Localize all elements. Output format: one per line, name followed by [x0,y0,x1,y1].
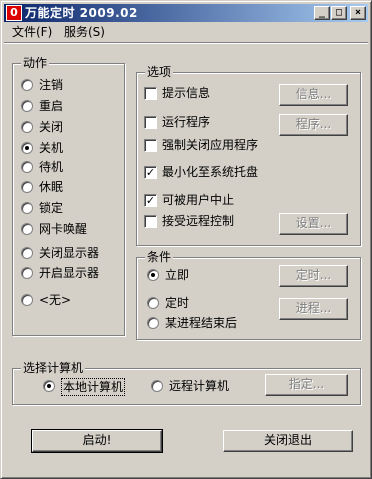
option-checkbox[interactable]: ✓ 可被用户中止 [144,192,274,208]
checkbox-indicator[interactable]: ✓ [144,194,157,207]
power-icon: 0 [6,5,22,21]
condition-label: 定时 [165,296,190,310]
menu-service[interactable]: 服务(S) [60,24,109,40]
condition-button[interactable]: 进程... [279,298,348,320]
action-radio[interactable]: 待机 [21,159,117,175]
action-radio[interactable]: 关闭显示器 [21,245,117,261]
checkbox-indicator[interactable]: ✓ [144,166,157,179]
checkbox-indicator[interactable] [144,116,157,129]
action-label: 关闭 [39,120,64,134]
condition-label: 立即 [165,268,190,282]
action-label: 锁定 [39,201,64,215]
option-label: 提示信息 [162,86,211,100]
action-label: 休眠 [39,180,64,194]
radio-indicator[interactable] [21,100,33,112]
maximize-button[interactable]: □ [331,6,347,20]
local-computer-radio[interactable]: 本地计算机 [43,378,133,396]
local-radio-indicator[interactable] [43,380,55,392]
radio-indicator[interactable] [147,297,159,309]
computer-group-title: 选择计算机 [21,361,86,375]
action-group-title: 动作 [21,56,50,70]
radio-indicator[interactable] [21,79,33,91]
radio-indicator[interactable] [21,202,33,214]
action-label: 网卡唤醒 [39,222,88,236]
option-label: 可被用户中止 [162,193,235,207]
condition-radio[interactable]: 立即 [147,267,257,283]
radio-indicator[interactable] [21,247,33,259]
option-checkbox[interactable]: 强制关闭应用程序 [144,137,274,153]
minimize-button[interactable]: _ [314,6,330,20]
action-radio[interactable]: 网卡唤醒 [21,221,117,237]
action-radio[interactable]: 重启 [21,98,117,114]
option-checkbox[interactable]: 提示信息 [144,85,274,101]
local-computer-label: 本地计算机 [61,378,126,396]
condition-radio[interactable]: 某进程结束后 [147,315,257,331]
menu-file[interactable]: 文件(F) [8,24,56,40]
action-label: 关闭显示器 [39,246,100,260]
option-button[interactable]: 程序... [279,114,348,136]
remote-radio-indicator[interactable] [151,380,163,392]
action-label: 重启 [39,99,64,113]
title-bar[interactable]: 0 万能定时 2009.02 _ □ × [4,4,368,22]
condition-button[interactable]: 定时... [279,265,348,287]
option-checkbox[interactable]: ✓ 最小化至系统托盘 [144,164,274,180]
radio-indicator[interactable] [21,161,33,173]
action-radio[interactable]: 休眠 [21,179,117,195]
action-label: 待机 [39,160,64,174]
remote-computer-label: 远程计算机 [169,379,230,393]
option-label: 强制关闭应用程序 [162,138,259,152]
action-radio[interactable]: 开启显示器 [21,265,117,281]
action-label: 注销 [39,78,64,92]
checkbox-indicator[interactable] [144,87,157,100]
radio-indicator[interactable] [21,267,33,279]
radio-indicator[interactable] [21,294,33,306]
condition-group-title: 条件 [145,250,174,264]
radio-indicator[interactable] [147,269,159,281]
option-checkbox[interactable]: 接受远程控制 [144,213,274,229]
radio-indicator[interactable] [21,121,33,133]
options-group-title: 选项 [145,65,174,79]
radio-indicator[interactable] [147,317,159,329]
start-button[interactable]: 启动! [31,429,163,453]
option-label: 接受远程控制 [162,214,235,228]
radio-indicator[interactable] [21,181,33,193]
radio-indicator[interactable] [21,223,33,235]
checkbox-indicator[interactable] [144,139,157,152]
action-label: 关机 [39,141,64,155]
option-label: 最小化至系统托盘 [162,165,259,179]
window-title: 万能定时 2009.02 [25,6,138,20]
action-radio[interactable]: 关闭 [21,119,117,135]
option-button[interactable]: 设置... [279,213,348,235]
option-checkbox[interactable]: 运行程序 [144,114,274,130]
radio-indicator[interactable] [21,142,33,154]
main-window: 0 万能定时 2009.02 _ □ × 文件(F) 服务(S) 动作 注销重启… [0,0,372,479]
action-label: <无> [39,293,72,307]
action-radio[interactable]: 关机 [21,140,117,156]
checkbox-indicator[interactable] [144,215,157,228]
exit-button[interactable]: 关闭退出 [223,430,353,452]
condition-radio[interactable]: 定时 [147,295,257,311]
action-radio[interactable]: 注销 [21,77,117,93]
option-button[interactable]: 信息... [279,84,348,106]
remote-computer-radio[interactable]: 远程计算机 [151,378,241,394]
menu-bar: 文件(F) 服务(S) [4,23,368,41]
close-button[interactable]: × [350,6,366,20]
assign-button[interactable]: 指定... [265,374,348,396]
menu-separator [4,42,368,44]
action-radio[interactable]: 锁定 [21,200,117,216]
option-label: 运行程序 [162,115,211,129]
action-label: 开启显示器 [39,266,100,280]
action-radio[interactable]: <无> [21,292,117,308]
condition-label: 某进程结束后 [165,316,238,330]
